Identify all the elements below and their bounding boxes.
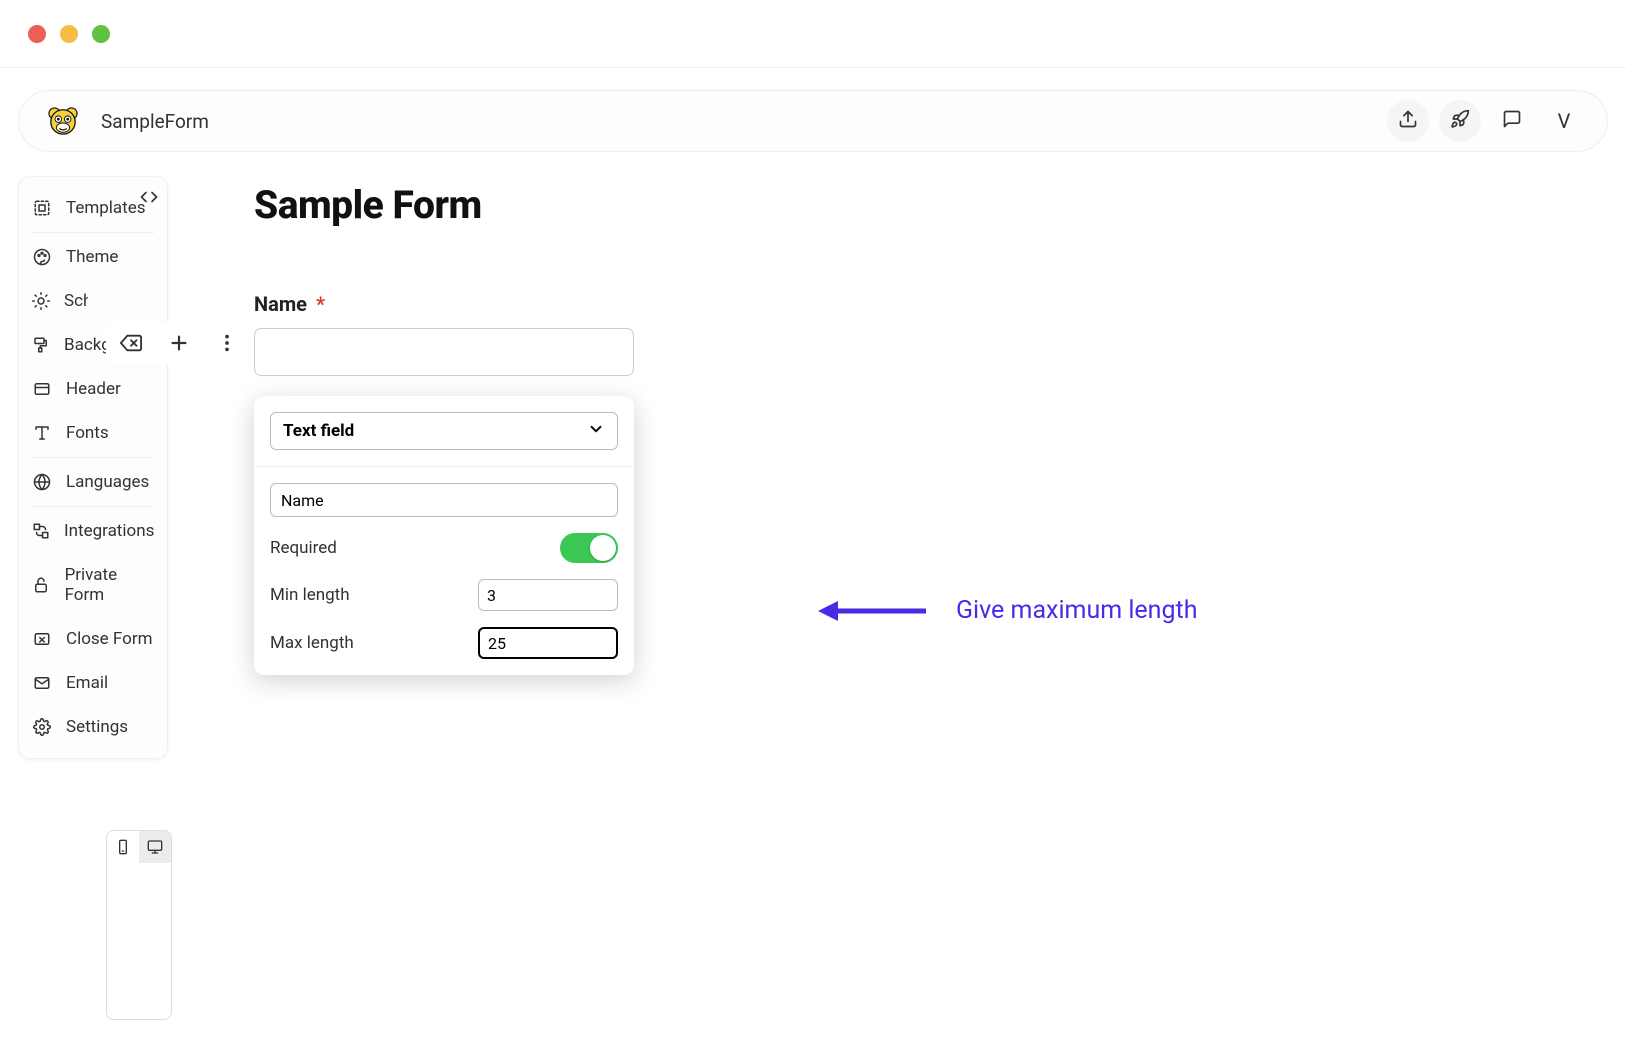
sidebar-item-scheme[interactable]: Sch [18, 279, 168, 323]
sidebar-divider [32, 506, 154, 507]
window-zoom-dot[interactable] [92, 25, 110, 43]
min-length-label: Min length [270, 585, 350, 605]
sidebar-item-header[interactable]: Header [18, 367, 168, 411]
field-name-input[interactable] [270, 483, 618, 517]
delete-field-button[interactable] [118, 330, 144, 356]
gear-icon [32, 718, 52, 736]
annotation: Give maximum length [818, 596, 1197, 625]
palette-icon [32, 248, 52, 266]
rocket-icon [1450, 109, 1470, 133]
field-type-select[interactable]: Text field [270, 412, 618, 450]
sun-icon [32, 292, 50, 310]
sidebar-item-label: Settings [66, 717, 128, 737]
form-canvas: Sample Form Name * Text field Required [168, 176, 1626, 801]
sidebar-item-theme[interactable]: Theme [18, 235, 168, 279]
field-settings-panel: Text field Required Min length Max lengt… [254, 396, 634, 675]
max-length-input[interactable] [478, 627, 618, 659]
min-length-input[interactable] [478, 579, 618, 611]
sidebar-item-label: Close Form [66, 629, 153, 649]
max-length-row: Max length [270, 627, 618, 659]
monkey-logo-icon [47, 105, 79, 137]
sidebar-item-label: Languages [66, 472, 149, 492]
window-close-dot[interactable] [28, 25, 46, 43]
sidebar-item-label: Theme [66, 247, 118, 267]
sidebar-item-settings[interactable]: Settings [18, 705, 168, 749]
type-icon [32, 424, 52, 442]
toggle-knob [590, 535, 616, 561]
workspace: Templates Theme Sch Background Header [0, 152, 1626, 801]
templates-icon [32, 199, 52, 217]
comment-button[interactable] [1491, 100, 1533, 142]
desktop-view-button[interactable] [139, 831, 171, 863]
required-toggle[interactable] [560, 533, 618, 563]
sidebar-item-integrations[interactable]: Integrations [18, 509, 168, 553]
min-length-row: Min length [270, 579, 618, 611]
mobile-view-button[interactable] [107, 831, 139, 863]
panel-divider [254, 466, 634, 467]
brand-block: SampleForm [47, 105, 209, 137]
sidebar-divider [32, 457, 154, 458]
field-label: Name * [254, 292, 634, 316]
arrow-left-icon [818, 598, 928, 624]
sidebar-item-label: Integrations [64, 521, 154, 541]
top-bar: SampleForm V [18, 90, 1608, 152]
sidebar-item-label: Header [66, 379, 121, 399]
paint-icon [32, 336, 50, 354]
name-input[interactable] [254, 328, 634, 376]
window-titlebar [0, 0, 1626, 68]
field-label-text: Name [254, 292, 307, 316]
avatar[interactable]: V [1543, 100, 1585, 142]
header-icon [32, 380, 52, 398]
close-form-icon [32, 630, 52, 648]
field-type-label: Text field [283, 421, 354, 441]
window-minimize-dot[interactable] [60, 25, 78, 43]
comment-icon [1502, 109, 1522, 133]
field-block-name: Name * [254, 292, 634, 376]
sidebar-item-close-form[interactable]: Close Form [18, 617, 168, 661]
viewport-switch [106, 830, 172, 1020]
sidebar-divider [32, 232, 154, 233]
sidebar-item-label: Sch [64, 291, 88, 311]
code-toggle-button[interactable] [140, 188, 158, 210]
integrations-icon [32, 522, 50, 540]
topbar-actions: V [1387, 100, 1585, 142]
sidebar-item-languages[interactable]: Languages [18, 460, 168, 504]
form-title: Sample Form [254, 182, 1626, 228]
globe-icon [32, 473, 52, 491]
max-length-label: Max length [270, 633, 354, 653]
sidebar-item-label: Private Form [65, 565, 154, 605]
mail-icon [32, 674, 52, 692]
required-label: Required [270, 538, 337, 558]
upload-icon [1398, 109, 1418, 133]
upload-button[interactable] [1387, 100, 1429, 142]
sidebar-item-label: Fonts [66, 423, 109, 443]
app-name: SampleForm [101, 110, 209, 133]
annotation-text: Give maximum length [956, 596, 1197, 625]
sidebar-item-label: Email [66, 673, 108, 693]
sidebar-item-fonts[interactable]: Fonts [18, 411, 168, 455]
sidebar-item-label: Templates [66, 198, 146, 218]
launch-button[interactable] [1439, 100, 1481, 142]
required-row: Required [270, 533, 618, 563]
required-asterisk: * [316, 292, 325, 316]
sidebar: Templates Theme Sch Background Header [18, 176, 168, 759]
chevron-down-icon [587, 420, 605, 443]
sidebar-item-private-form[interactable]: Private Form [18, 553, 168, 617]
sidebar-item-email[interactable]: Email [18, 661, 168, 705]
lock-icon [32, 576, 51, 594]
